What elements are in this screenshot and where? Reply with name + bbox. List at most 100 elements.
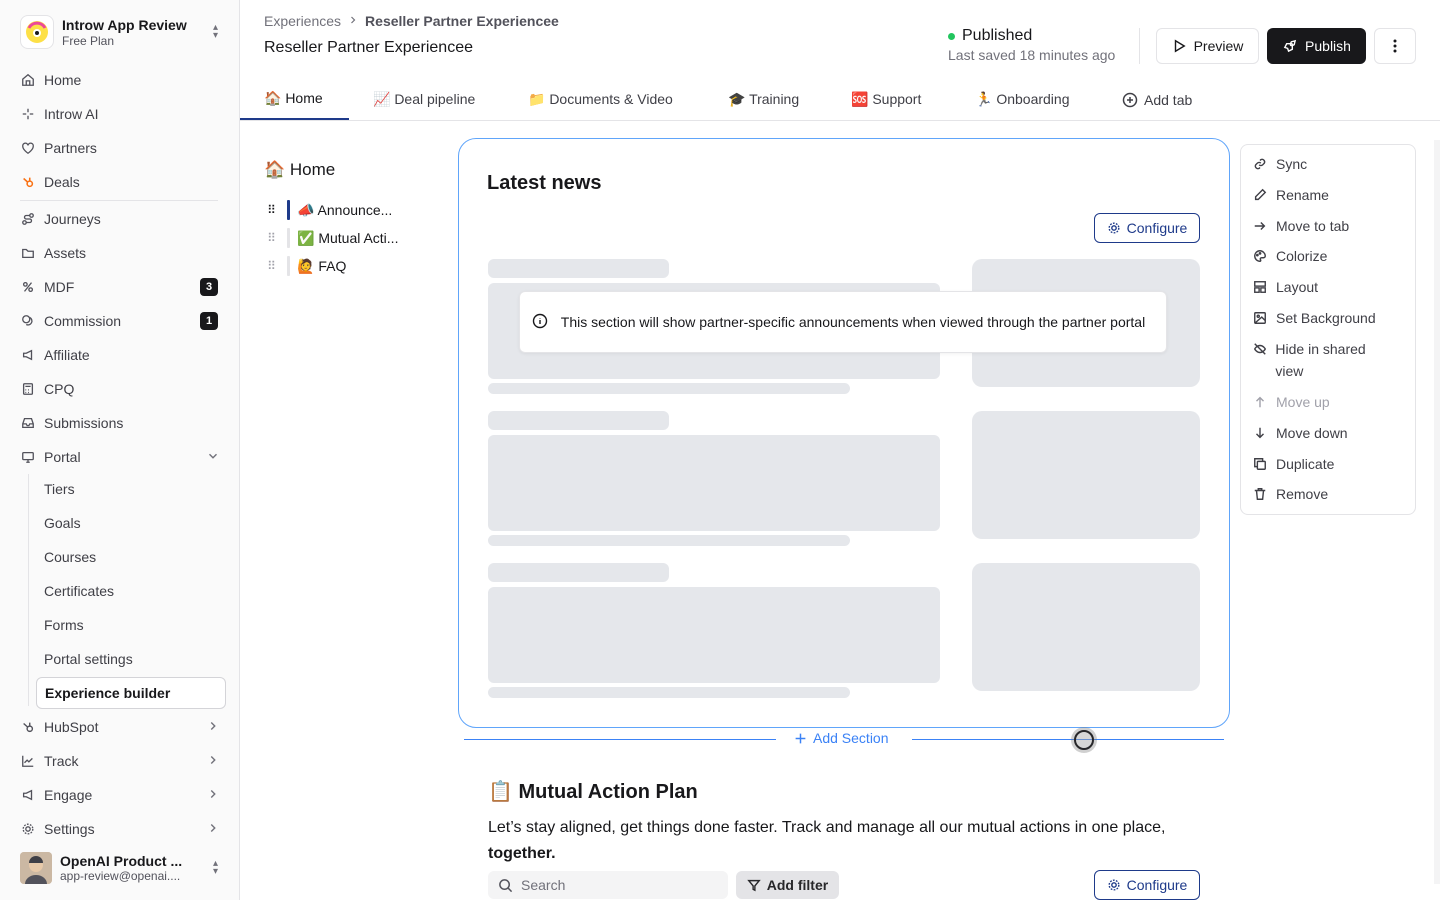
skeleton-placeholder [488,383,850,394]
description-bold: together. [488,845,556,862]
nav-portal-settings[interactable]: Portal settings [36,644,226,674]
nav-experience-builder[interactable]: Experience builder [36,677,226,709]
latest-news-section[interactable]: Latest news Configure This section will … [458,138,1230,728]
nav-deals[interactable]: Deals [12,167,228,197]
publish-button[interactable]: Publish [1267,28,1366,64]
tab-home[interactable]: 🏠 Home [240,78,349,121]
scrollbar[interactable] [1434,140,1440,884]
menu-item-label: Layout [1276,279,1319,295]
palette-icon [1253,245,1269,267]
active-indicator [287,200,290,220]
home-icon [20,72,36,88]
divider-line [912,739,1224,740]
tab-training[interactable]: 🎓 Training [728,78,799,121]
page-title[interactable]: Reseller Partner Experiencee [264,39,473,57]
megaphone-icon [20,347,36,363]
menu-item-move-up[interactable]: Move up [1253,391,1330,413]
drag-handle-icon[interactable]: ⠿ [264,204,278,216]
configure-button[interactable]: Configure [1094,870,1200,900]
chevron-right-icon [206,821,220,838]
menu-item-remove[interactable]: Remove [1253,483,1328,505]
nav-label: MDF [44,279,75,295]
menu-item-label: Move up [1276,394,1330,410]
handshake-icon [20,140,36,156]
nav-track[interactable]: Track [12,746,228,776]
commission-count-badge: 1 [200,312,218,330]
arrow-right-icon [1253,215,1269,237]
outline-item[interactable]: ⠿ 📣 Announce... [264,198,392,222]
outline-item-label: ✅ Mutual Acti... [297,229,399,246]
nav-label: Submissions [44,415,124,431]
nav-courses[interactable]: Courses [36,542,226,572]
menu-item-layout[interactable]: Layout [1253,276,1318,298]
skeleton-placeholder [488,435,940,531]
breadcrumb-experiences-link[interactable]: Experiences [264,13,341,29]
nav-label: Settings [44,821,95,837]
menu-item-duplicate[interactable]: Duplicate [1253,453,1334,475]
skeleton-placeholder [488,535,850,546]
menu-item-sync[interactable]: Sync [1253,153,1307,175]
nav-home[interactable]: Home [12,65,228,95]
filter-icon [747,879,761,892]
menu-item-label: Sync [1276,156,1308,172]
tab-onboarding[interactable]: 🏃 Onboarding [975,78,1070,121]
nav-submissions[interactable]: Submissions [12,408,228,438]
drag-handle-icon[interactable]: ⠿ [264,232,278,244]
nav-assets[interactable]: Assets [12,238,228,268]
nav-label: Journeys [44,211,101,227]
description-text: Let’s stay aligned, get things done fast… [488,819,1166,836]
configure-label: Configure [1126,220,1188,236]
add-tab-button[interactable]: Add tab [1122,78,1192,121]
nav-introw-ai[interactable]: Introw AI [12,99,228,129]
preview-button[interactable]: Preview [1156,28,1259,64]
menu-item-move-down[interactable]: Move down [1253,422,1348,444]
search-placeholder: Search [521,877,566,893]
nav-journeys[interactable]: Journeys [12,204,228,234]
outline-item[interactable]: ⠿ 🙋 FAQ [264,254,346,278]
user-email: app-review@openai.... [60,869,181,883]
divider [1139,28,1140,64]
menu-item-rename[interactable]: Rename [1253,184,1329,206]
nav-partners[interactable]: Partners [12,133,228,163]
workspace-switcher[interactable]: Introw App Review Free Plan ▴ ▾ [12,10,228,54]
configure-button[interactable]: Configure [1094,213,1200,243]
tab-deal-pipeline[interactable]: 📈 Deal pipeline [373,78,475,121]
nav-cpq[interactable]: CPQ [12,374,228,404]
nav-hubspot[interactable]: HubSpot [12,712,228,742]
nav-commission[interactable]: Commission 1 [12,306,228,336]
menu-item-label: Duplicate [1276,456,1335,472]
drag-handle-icon[interactable]: ⠿ [264,260,278,272]
search-input[interactable]: Search [488,871,728,899]
nav-mdf[interactable]: MDF 3 [12,272,228,302]
tab-documents-video[interactable]: 📁 Documents & Video [528,78,673,121]
menu-item-colorize[interactable]: Colorize [1253,245,1327,267]
nav-certificates[interactable]: Certificates [36,576,226,606]
tab-support[interactable]: 🆘 Support [851,78,921,121]
arrow-down-icon [1253,422,1269,444]
menu-item-move-to-tab[interactable]: Move to tab [1253,215,1349,237]
add-section-button[interactable]: Add Section [794,730,889,746]
user-account-switcher[interactable]: OpenAI Product ... app-review@openai....… [12,848,228,888]
experience-tabs: 🏠 Home 📈 Deal pipeline 📁 Documents & Vid… [240,78,1440,121]
nav-affiliate[interactable]: Affiliate [12,340,228,370]
add-tab-label: Add tab [1144,91,1193,108]
menu-item-hide-in-shared-view[interactable]: Hide in shared view [1253,338,1393,382]
main-content: Experiences Reseller Partner Experiencee… [240,0,1440,900]
nav-engage[interactable]: Engage [12,780,228,810]
chevron-right-icon [206,787,220,804]
skeleton-placeholder [488,563,669,582]
nav-forms[interactable]: Forms [36,610,226,640]
nav-settings[interactable]: Settings [12,814,228,844]
add-filter-button[interactable]: Add filter [736,871,839,899]
more-options-button[interactable] [1374,28,1416,64]
preview-label: Preview [1193,38,1244,54]
nav-portal[interactable]: Portal [12,442,228,472]
menu-item-set-background[interactable]: Set Background [1253,307,1376,329]
nav-goals[interactable]: Goals [36,508,226,538]
nav-tiers[interactable]: Tiers [36,474,226,504]
last-saved-text: Last saved 18 minutes ago [948,47,1116,63]
menu-item-label: Move down [1276,425,1348,441]
outline-item[interactable]: ⠿ ✅ Mutual Acti... [264,226,398,250]
add-filter-label: Add filter [766,877,829,893]
menu-item-label: Rename [1276,187,1329,203]
